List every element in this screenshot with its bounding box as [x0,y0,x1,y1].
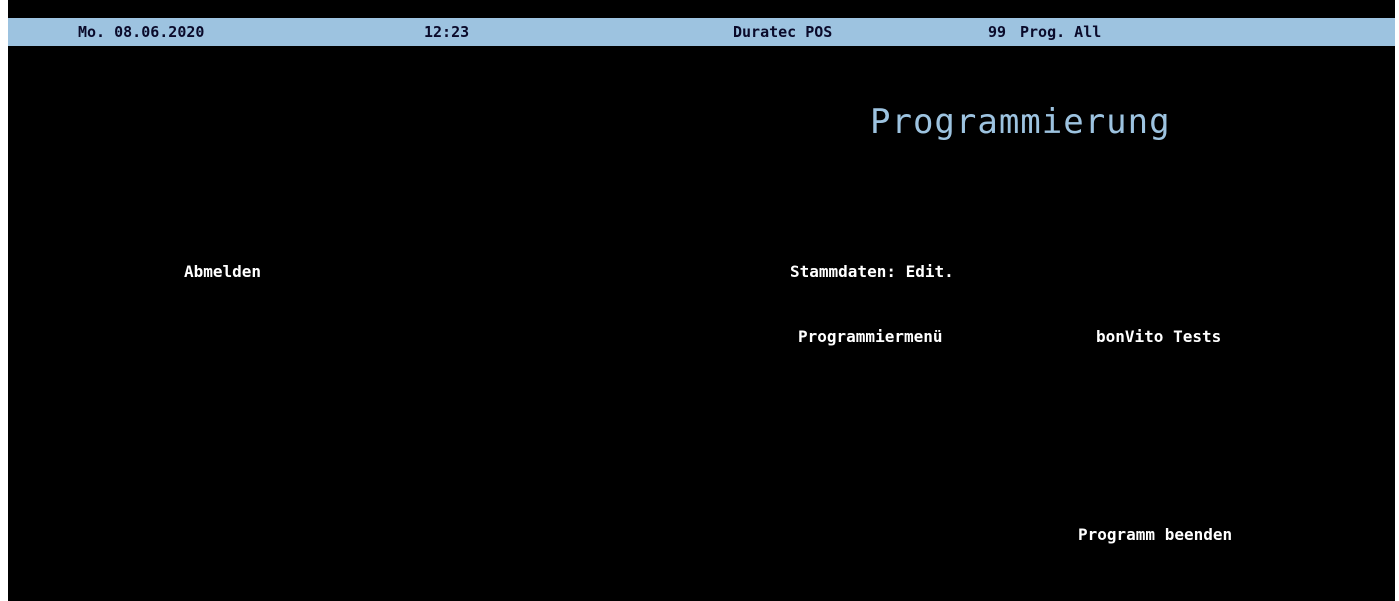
programming-menu-button[interactable]: Programmiermenü [798,326,943,348]
status-user-name: Prog. All [1020,23,1102,41]
status-time: 12:23 [424,23,470,41]
bonvito-tests-button[interactable]: bonVito Tests [1096,326,1221,348]
left-border [0,0,8,601]
exit-program-button[interactable]: Programm beenden [1078,524,1232,546]
page-title: Programmierung [870,102,1171,142]
right-border [1395,0,1399,601]
master-data-edit-button[interactable]: Stammdaten: Edit. [790,261,954,283]
status-user-number: 99 [988,23,1007,41]
status-bar [8,18,1395,46]
logout-button[interactable]: Abmelden [184,261,261,283]
status-date: Mo. 08.06.2020 [78,23,205,41]
pos-screen: Mo. 08.06.2020 12:23 Duratec POS 99 Prog… [0,0,1399,601]
status-app-name: Duratec POS [733,23,833,41]
